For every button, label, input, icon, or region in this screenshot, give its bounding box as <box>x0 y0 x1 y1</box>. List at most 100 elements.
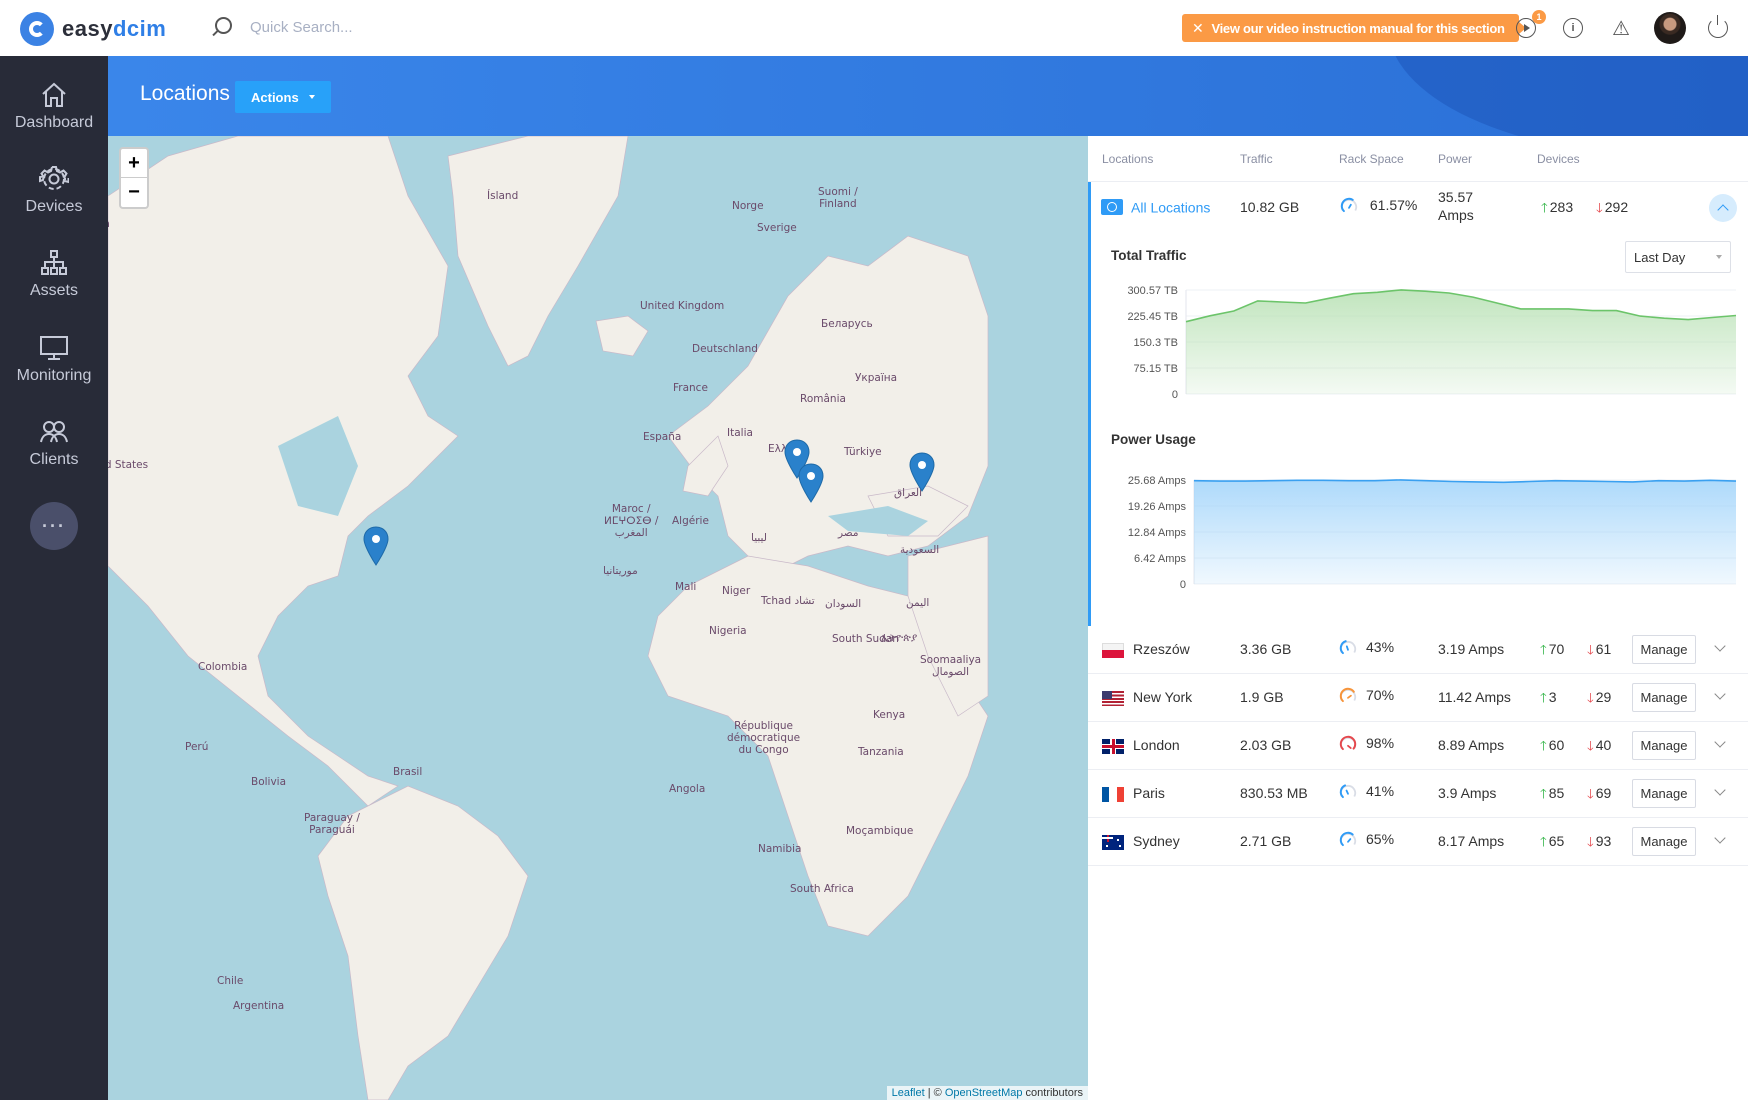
chevron-down-icon[interactable] <box>1714 640 1726 652</box>
map-zoom-control: + − <box>119 147 149 209</box>
y-tick-label: 225.45 TB <box>1127 311 1178 323</box>
leaflet-link[interactable]: Leaflet <box>892 1087 925 1099</box>
flag-gb-icon <box>1102 738 1124 754</box>
map-label: Perú <box>185 741 209 753</box>
collapse-button[interactable] <box>1709 194 1737 222</box>
map-label: Ísland <box>487 190 519 202</box>
table-header: Locations Traffic Rack Space Power Devic… <box>1088 136 1748 182</box>
gear-icon <box>39 164 70 194</box>
map-label: Suomi / Finland <box>818 186 858 211</box>
logout-button[interactable] <box>1706 15 1730 40</box>
page-title: Locations <box>140 82 230 105</box>
power-usage-chart: 0 6.42 Amps 12.84 Amps 19.26 Amps 25.68 Amps <box>1128 475 1737 591</box>
location-row[interactable]: New York 1.9 GB 70% 11.42 Amps 🡑 3 🡓 29 Ma… <box>1088 674 1748 722</box>
chevron-down-icon[interactable] <box>1714 832 1726 844</box>
sidebar-item-dashboard[interactable]: Dashboard <box>0 68 108 148</box>
arrow-down-icon: 🡓 <box>1587 786 1594 801</box>
sidebar: Dashboard Devices Assets Monitoring Clie… <box>0 56 108 1100</box>
map-label: France <box>673 382 708 394</box>
location-name[interactable]: Sydney <box>1102 833 1180 850</box>
location-row[interactable]: Sydney 2.71 GB 65% 8.17 Amps 🡑 65 🡓 93 Man… <box>1088 818 1748 866</box>
manage-button[interactable]: Manage <box>1632 731 1696 760</box>
location-devices-up: 🡑 3 <box>1540 689 1557 705</box>
more-button[interactable]: ··· <box>30 502 78 550</box>
manage-button[interactable]: Manage <box>1632 779 1696 808</box>
total-traffic-title: Total Traffic <box>1111 248 1187 263</box>
close-icon[interactable]: ✕ <box>1192 20 1204 37</box>
info-button[interactable]: i <box>1561 16 1585 40</box>
location-name[interactable]: New York <box>1102 689 1192 706</box>
zoom-out-button[interactable]: − <box>121 178 147 207</box>
location-traffic: 830.53 MB <box>1240 785 1308 801</box>
sidebar-item-monitoring[interactable]: Monitoring <box>0 321 108 401</box>
all-locations-row[interactable]: All Locations 10.82 GB 61.57% 35.57 Amps … <box>1091 182 1748 236</box>
chevron-down-icon[interactable] <box>1714 688 1726 700</box>
location-rack-space: 65% <box>1339 831 1394 849</box>
y-tick-label: 12.84 Amps <box>1128 527 1187 539</box>
warning-icon: ⚠ <box>1612 17 1630 40</box>
location-name[interactable]: Rzeszów <box>1102 641 1190 658</box>
user-avatar[interactable] <box>1654 12 1686 44</box>
power-usage-title: Power Usage <box>1111 432 1196 447</box>
location-row[interactable]: Paris 830.53 MB 41% 3.9 Amps 🡑 85 🡓 69 Man… <box>1088 770 1748 818</box>
search-input[interactable] <box>250 18 470 36</box>
location-name[interactable]: Paris <box>1102 785 1165 802</box>
locations-map[interactable]: + − KalaallitNunaatÍslandCanadaNorgeSuom… <box>108 136 1088 1100</box>
map-label: Sverige <box>757 222 797 234</box>
location-row[interactable]: London 2.03 GB 98% 8.89 Amps 🡑 60 🡓 40 Man… <box>1088 722 1748 770</box>
map-marker-new-york[interactable] <box>363 526 389 566</box>
arrow-up-icon: 🡑 <box>1540 642 1547 657</box>
all-rack-space: 61.57% <box>1340 197 1417 215</box>
map-label: Algérie <box>672 515 709 527</box>
video-manual-banner[interactable]: ✕ View our video instruction manual for … <box>1182 14 1526 42</box>
actions-dropdown-button[interactable]: Actions <box>235 81 331 113</box>
range-select[interactable]: Last Day <box>1625 241 1731 273</box>
location-traffic: 2.71 GB <box>1240 833 1292 849</box>
sidebar-item-assets[interactable]: Assets <box>0 236 108 316</box>
video-button[interactable]: 1 <box>1514 10 1546 40</box>
all-traffic: 10.82 GB <box>1240 199 1300 215</box>
sidebar-item-clients[interactable]: Clients <box>0 405 108 485</box>
map-label: Namibia <box>758 843 802 855</box>
manage-button[interactable]: Manage <box>1632 683 1696 712</box>
map-marker-paris[interactable] <box>798 463 824 503</box>
map-label: Беларусь <box>821 318 873 330</box>
manage-button[interactable]: Manage <box>1632 635 1696 664</box>
logo[interactable]: easydcim <box>20 12 166 46</box>
sidebar-item-devices[interactable]: Devices <box>0 152 108 232</box>
map-label: United States <box>108 459 149 471</box>
map-label: السعودية <box>900 544 940 556</box>
home-icon <box>39 80 69 110</box>
map-marker-rzeszow[interactable] <box>909 452 935 492</box>
chevron-down-icon[interactable] <box>1714 784 1726 796</box>
map-label: Brasil <box>393 766 423 778</box>
gauge-icon <box>1339 832 1357 847</box>
video-manual-text[interactable]: View our video instruction manual for th… <box>1211 21 1505 36</box>
osm-link[interactable]: OpenStreetMap <box>945 1087 1023 1099</box>
monitor-icon <box>39 333 69 363</box>
gauge-icon <box>1339 784 1357 799</box>
gauge-icon <box>1339 736 1357 751</box>
map-label: Chile <box>217 975 244 987</box>
all-locations-link[interactable]: All Locations <box>1101 198 1210 216</box>
y-tick-label: 6.42 Amps <box>1134 553 1186 565</box>
notification-badge: 1 <box>1532 10 1546 24</box>
area-fill <box>1186 289 1736 394</box>
location-row[interactable]: Rzeszów 3.36 GB 43% 3.19 Amps 🡑 70 🡓 61 Ma… <box>1088 626 1748 674</box>
arrow-up-icon: 🡑 <box>1540 738 1547 753</box>
zoom-in-button[interactable]: + <box>121 149 147 178</box>
flag-fr-icon <box>1102 786 1124 802</box>
search-icon[interactable] <box>210 16 232 38</box>
globe-icon <box>1101 199 1123 216</box>
alerts-button[interactable]: ⚠ <box>1609 16 1633 40</box>
map-label: Moçambique <box>846 825 914 837</box>
manage-button[interactable]: Manage <box>1632 827 1696 856</box>
y-tick-label: 25.68 Amps <box>1128 475 1187 487</box>
arrow-up-icon: 🡑 <box>1541 200 1548 215</box>
logo-text: easydcim <box>62 16 167 41</box>
arrow-up-icon: 🡑 <box>1540 786 1547 801</box>
map-label: Colombia <box>198 661 248 673</box>
map-label: South Africa <box>790 883 854 895</box>
location-name[interactable]: London <box>1102 737 1180 754</box>
chevron-down-icon[interactable] <box>1714 736 1726 748</box>
